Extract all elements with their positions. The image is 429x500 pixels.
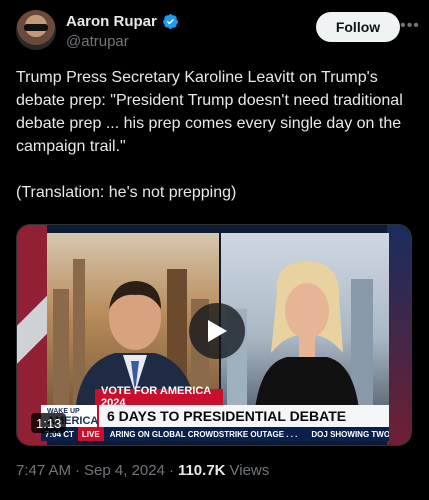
play-icon bbox=[208, 320, 227, 342]
headline-bar: WAKE UP AMERICA 6 DAYS TO PRESIDENTIAL D… bbox=[41, 405, 389, 427]
author-name-row: Aaron Rupar bbox=[66, 13, 179, 30]
follow-button[interactable]: Follow bbox=[316, 12, 400, 42]
ticker-item: ARING ON GLOBAL CROWDSTRIKE OUTAGE . . . bbox=[109, 429, 298, 439]
vote-banner: VOTE FOR AMERICA 2024 bbox=[95, 385, 223, 409]
tweet-meta: 7:47 AM · Sep 4, 2024 · 110.7K Views bbox=[16, 462, 269, 479]
views-count: 110.7K bbox=[177, 462, 226, 479]
video-panel-guest bbox=[221, 233, 389, 409]
news-ticker: 7:04 CT LIVE ARING ON GLOBAL CROWDSTRIKE… bbox=[41, 427, 389, 441]
tweet-paragraph-1: Trump Press Secretary Karoline Leavitt o… bbox=[16, 69, 403, 155]
flag-stripe-decoration-right bbox=[387, 225, 411, 445]
ticker-live-badge: LIVE bbox=[77, 427, 104, 441]
meta-separator: · bbox=[168, 462, 174, 479]
tweet-paragraph-2: (Translation: he's not prepping) bbox=[16, 184, 237, 201]
ticker-item: DOJ SHOWING TWO STANDARDS ON bbox=[311, 429, 389, 439]
tweet-date[interactable]: Sep 4, 2024 bbox=[84, 462, 165, 479]
verified-badge-icon bbox=[162, 14, 178, 29]
views-label: Views bbox=[229, 462, 270, 479]
video-headline: 6 DAYS TO PRESIDENTIAL DEBATE bbox=[107, 408, 347, 424]
avatar[interactable] bbox=[16, 10, 56, 50]
video-duration: 1:13 bbox=[31, 413, 67, 433]
female-guest-figure bbox=[255, 261, 359, 409]
avatar-glasses bbox=[24, 24, 48, 31]
play-button[interactable] bbox=[189, 303, 245, 359]
tweet-text: Trump Press Secretary Karoline Leavitt o… bbox=[16, 66, 416, 204]
video-player[interactable]: VOTE FOR AMERICA 2024 WAKE UP AMERICA 6 … bbox=[16, 224, 412, 446]
meta-separator: · bbox=[75, 462, 81, 479]
more-horizontal-icon[interactable]: ••• bbox=[398, 14, 422, 38]
tweet-time[interactable]: 7:47 AM bbox=[16, 462, 71, 479]
author-name[interactable]: Aaron Rupar bbox=[66, 13, 157, 30]
author-handle[interactable]: @atrupar bbox=[66, 33, 129, 50]
tweet-header: Aaron Rupar @atrupar Follow ••• bbox=[16, 10, 419, 56]
